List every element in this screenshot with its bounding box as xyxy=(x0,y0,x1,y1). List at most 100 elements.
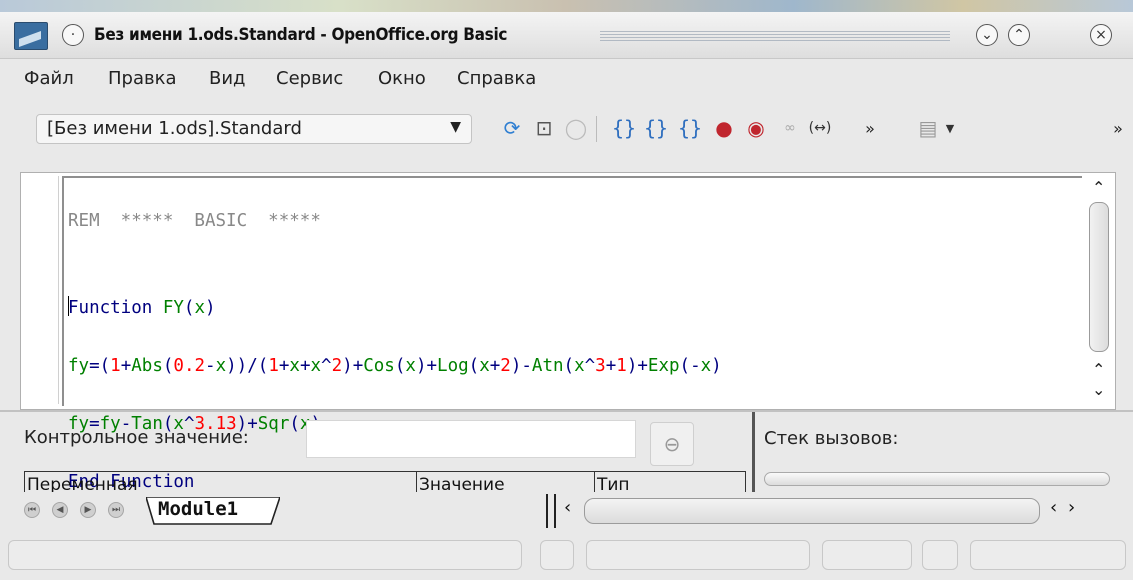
manage-breakpoints-icon[interactable]: ◉ xyxy=(742,114,770,142)
number-token: 2 xyxy=(331,356,343,376)
operator-token: + xyxy=(120,356,132,376)
identifier-token: x xyxy=(574,356,585,376)
maximize-icon[interactable]: ⌃ xyxy=(1008,24,1030,46)
operator-token: ) xyxy=(711,356,722,376)
operator-token: ) xyxy=(236,356,248,376)
number-token: 3 xyxy=(595,356,606,376)
scroll-down-icon[interactable]: ⌄ xyxy=(1092,380,1105,399)
number-token: 1 xyxy=(110,356,121,376)
identifier-token: x xyxy=(479,356,490,376)
first-tab-icon[interactable]: ⏮ xyxy=(24,502,40,518)
code-line: Function FY(x) xyxy=(68,294,722,323)
operator-token: / xyxy=(247,356,258,376)
operator-token: + xyxy=(426,356,438,376)
operator-token: ( xyxy=(289,414,300,434)
chevron-down-icon: ▼ xyxy=(450,119,461,135)
identifier-token: Cos xyxy=(363,356,395,376)
operator-token: ( xyxy=(162,356,174,376)
menu-file[interactable]: Файл xyxy=(24,68,74,89)
identifier-token: x xyxy=(405,356,416,376)
operator-token: ^ xyxy=(584,356,596,376)
scroll-right-icon[interactable]: › xyxy=(1068,497,1075,518)
toolbar-more-icon[interactable]: » xyxy=(1104,114,1132,142)
toolbar-separator xyxy=(596,116,597,142)
horizontal-scrollbar[interactable] xyxy=(584,498,1040,524)
title-bar[interactable]: · Без имени 1.ods.Standard - OpenOffice.… xyxy=(0,12,1133,59)
code-line-text: Function FY(x) xyxy=(68,298,216,318)
call-stack-list[interactable] xyxy=(764,472,1110,486)
watch-icon[interactable]: ∞ xyxy=(776,114,804,142)
step-into-icon[interactable]: {} xyxy=(610,114,638,142)
identifier-token: FY xyxy=(162,298,184,318)
chevron-down-icon[interactable]: ▼ xyxy=(936,114,964,142)
call-stack-label: Стек вызовов: xyxy=(764,428,899,449)
step-over-icon[interactable]: {} xyxy=(642,114,670,142)
desktop-background-strip xyxy=(0,0,1133,12)
operator-token: ( xyxy=(257,356,269,376)
operator-token: ( xyxy=(183,298,195,318)
code-line: REM ***** BASIC ***** xyxy=(68,211,321,231)
menu-window[interactable]: Окно xyxy=(378,68,426,89)
menu-view[interactable]: Вид xyxy=(209,68,246,89)
keyword-token: Function xyxy=(68,298,153,318)
identifier-token: Sqr xyxy=(257,414,290,434)
panel-divider[interactable] xyxy=(0,410,1133,412)
scroll-left-icon[interactable]: ‹ xyxy=(564,497,571,518)
identifier-token: Log xyxy=(437,356,469,376)
number-token: 1 xyxy=(268,356,279,376)
step-out-icon[interactable]: {} xyxy=(676,114,704,142)
compile-icon[interactable]: ⟳ xyxy=(498,114,526,142)
breakpoint-gutter[interactable] xyxy=(24,176,59,404)
status-cell xyxy=(922,540,958,570)
scroll-left-icon[interactable]: ‹ xyxy=(1050,497,1057,518)
stop-icon[interactable]: ◯ xyxy=(562,114,590,142)
app-icon xyxy=(14,22,48,50)
watch-input[interactable] xyxy=(306,420,636,458)
number-token: 1 xyxy=(616,356,627,376)
identifier-token: x xyxy=(700,356,712,376)
operator-token: ) xyxy=(510,356,522,376)
title-bar-decoration xyxy=(600,31,950,42)
identifier-token: fy xyxy=(68,356,90,376)
library-select[interactable]: [Без имени 1.ods].Standard ▼ xyxy=(36,114,472,144)
find-parentheses-icon[interactable]: (↔) xyxy=(806,114,834,142)
vertical-scrollbar[interactable]: ⌃ ⌃ ⌄ xyxy=(1086,176,1114,406)
toolbar-more-icon[interactable]: » xyxy=(856,114,884,142)
next-tab-icon[interactable]: ▶ xyxy=(80,502,96,518)
menu-edit[interactable]: Правка xyxy=(108,68,177,89)
identifier-token: Abs xyxy=(131,356,163,376)
run-icon[interactable]: ⊡ xyxy=(530,114,558,142)
menu-tools[interactable]: Сервис xyxy=(276,68,343,89)
close-icon[interactable]: × xyxy=(1090,24,1112,46)
scroll-up-icon[interactable]: ⌃ xyxy=(1092,360,1105,379)
operator-token: = xyxy=(89,356,100,376)
operator-token: - xyxy=(521,356,532,376)
window-title: Без имени 1.ods.Standard - OpenOffice.or… xyxy=(94,25,508,45)
menu-bar: Файл Правка Вид Сервис Окно Справка xyxy=(0,59,1133,99)
library-select-value: [Без имени 1.ods].Standard xyxy=(47,118,302,139)
remove-watch-icon[interactable]: ⊖ xyxy=(650,422,694,466)
operator-token: ( xyxy=(468,356,480,376)
identifier-token: Exp xyxy=(647,356,680,376)
identifier-token: x xyxy=(310,356,322,376)
watch-label: Контрольное значение: xyxy=(24,427,249,448)
breakpoint-icon[interactable]: ● xyxy=(710,114,738,142)
previous-tab-icon[interactable]: ◀ xyxy=(52,502,68,518)
scroll-up-icon[interactable]: ⌃ xyxy=(1092,178,1105,197)
menu-help[interactable]: Справка xyxy=(457,68,536,89)
last-tab-icon[interactable]: ⏭ xyxy=(108,502,124,518)
operator-token: ( xyxy=(394,356,406,376)
status-cell xyxy=(540,540,574,570)
minimize-icon[interactable]: ⌄ xyxy=(976,24,998,46)
identifier-token: x xyxy=(194,298,206,318)
window-menu-icon[interactable]: · xyxy=(62,24,84,46)
panel-splitter[interactable] xyxy=(752,412,755,492)
operator-token: ( xyxy=(563,356,575,376)
operator-token: + xyxy=(352,356,364,376)
scrollbar-thumb[interactable] xyxy=(1089,202,1109,352)
tab-module1[interactable]: Module1 xyxy=(146,497,280,525)
tab-label: Module1 xyxy=(158,498,239,520)
code-line: fy=(1+Abs(0.2-x))/(1+x+x^2)+Cos(x)+Log(x… xyxy=(68,352,722,381)
tab-scroll-splitter[interactable] xyxy=(546,494,556,528)
